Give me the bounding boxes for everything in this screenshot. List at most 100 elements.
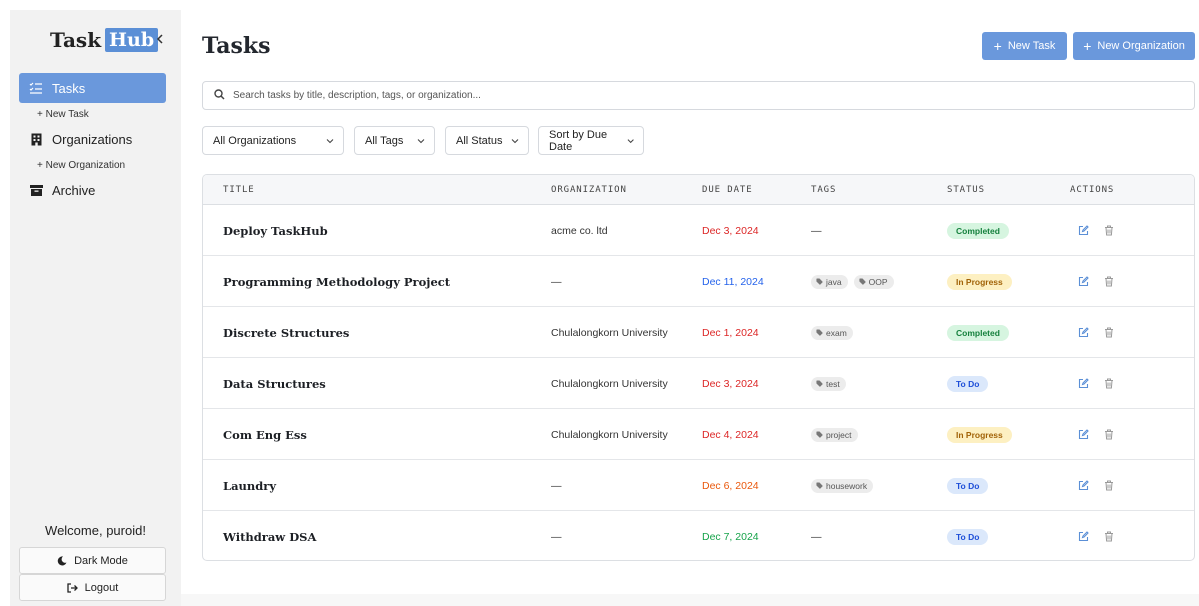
edit-button[interactable] <box>1076 377 1090 391</box>
search-icon <box>214 87 225 105</box>
tag-icon <box>816 278 823 285</box>
tags-filter-select[interactable]: All Tags <box>354 126 435 155</box>
edit-icon <box>1078 531 1089 542</box>
delete-button[interactable] <box>1102 275 1116 289</box>
task-due-date: Dec 3, 2024 <box>702 224 759 237</box>
task-actions <box>1076 256 1128 307</box>
edit-button[interactable] <box>1076 479 1090 493</box>
delete-button[interactable] <box>1102 326 1116 340</box>
task-due-date: Dec 7, 2024 <box>702 530 759 543</box>
logout-label: Logout <box>84 581 119 594</box>
sort-select[interactable]: Sort by Due Date <box>538 126 644 155</box>
tag-label: project <box>826 429 852 440</box>
edit-button[interactable] <box>1076 326 1090 340</box>
chevron-down-icon <box>627 138 634 143</box>
task-status-cell: Completed <box>947 307 1009 358</box>
edit-button[interactable] <box>1076 275 1090 289</box>
table-row[interactable]: Programming Methodology Project — Dec 11, … <box>203 256 1194 307</box>
chevron-down-icon <box>511 138 519 143</box>
column-header-status: STATUS <box>947 185 985 195</box>
sidebar-new-organization-link[interactable]: + New Organization <box>37 160 125 171</box>
logout-button[interactable]: Logout <box>19 574 166 601</box>
tags-filter-value: All Tags <box>365 134 404 147</box>
sidebar-item-label: Tasks <box>52 80 86 96</box>
sidebar-new-task-link[interactable]: + New Task <box>37 109 89 120</box>
status-filter-select[interactable]: All Status <box>445 126 529 155</box>
organization-filter-select[interactable]: All Organizations <box>202 126 344 155</box>
table-row[interactable]: Deploy TaskHub acme co. ltd Dec 3, 2024 — Co… <box>203 205 1194 256</box>
task-title[interactable]: Deploy TaskHub <box>223 205 328 256</box>
page-footer-strip <box>181 594 1199 606</box>
task-tags: housework <box>811 460 879 511</box>
tag-icon <box>816 380 823 387</box>
task-organization: Chulalongkorn University <box>551 428 668 441</box>
chevron-down-icon <box>417 138 425 143</box>
task-due-date: Dec 11, 2024 <box>702 275 764 288</box>
tasks-table: TITLE ORGANIZATION DUE DATE TAGS STATUS … <box>202 174 1195 561</box>
tags-empty: — <box>811 224 822 237</box>
tag-icon <box>859 278 866 285</box>
delete-button[interactable] <box>1102 224 1116 238</box>
task-title[interactable]: Programming Methodology Project <box>223 256 450 307</box>
logout-icon <box>67 582 78 593</box>
tag-chip: OOP <box>853 274 894 289</box>
tags-empty: — <box>811 530 822 543</box>
task-title[interactable]: Discrete Structures <box>223 307 349 358</box>
plus-icon: + <box>1083 38 1092 54</box>
sidebar-item-tasks[interactable]: Tasks <box>19 73 166 103</box>
sidebar-item-organizations[interactable]: Organizations <box>19 124 166 154</box>
collapse-sidebar-button[interactable] <box>152 29 168 49</box>
edit-icon <box>1078 225 1089 236</box>
task-tags: — <box>811 511 822 560</box>
task-actions <box>1076 358 1128 409</box>
edit-icon <box>1078 429 1089 440</box>
task-title[interactable]: Com Eng Ess <box>223 409 307 460</box>
column-header-title: TITLE <box>223 185 255 195</box>
list-check-icon <box>29 81 43 95</box>
search-input[interactable] <box>233 90 1133 101</box>
status-badge: Completed <box>947 324 1009 341</box>
task-title[interactable]: Laundry <box>223 460 276 511</box>
table-row[interactable]: Data Structures Chulalongkorn University D… <box>203 358 1194 409</box>
new-task-button[interactable]: + New Task <box>982 32 1067 60</box>
task-organization: — <box>551 479 562 492</box>
delete-button[interactable] <box>1102 479 1116 493</box>
trash-icon <box>1105 480 1113 491</box>
task-title[interactable]: Withdraw DSA <box>223 511 316 560</box>
table-row[interactable]: Withdraw DSA — Dec 7, 2024 — To Do <box>203 511 1194 560</box>
sidebar-item-label: Organizations <box>52 131 133 147</box>
tag-chip: test <box>811 376 846 391</box>
task-organization: — <box>551 275 562 288</box>
delete-button[interactable] <box>1102 530 1116 544</box>
sidebar-item-archive[interactable]: Archive <box>19 175 166 205</box>
status-badge: To Do <box>947 528 989 545</box>
table-header: TITLE ORGANIZATION DUE DATE TAGS STATUS … <box>203 175 1194 205</box>
task-actions <box>1076 307 1128 358</box>
task-tags: — <box>811 205 822 256</box>
moon-icon <box>57 555 67 566</box>
sidebar: Task Hub Tasks + New Task Organizations … <box>10 10 181 606</box>
archive-box-icon <box>29 183 43 197</box>
table-row[interactable]: Laundry — Dec 6, 2024 housework To Do <box>203 460 1194 511</box>
tag-chip: housework <box>811 478 874 493</box>
task-status-cell: To Do <box>947 511 989 560</box>
task-actions <box>1076 205 1128 256</box>
new-organization-button[interactable]: + New Organization <box>1073 32 1195 60</box>
new-organization-label: New Organization <box>1097 40 1185 52</box>
edit-button[interactable] <box>1076 530 1090 544</box>
tag-label: exam <box>826 327 847 338</box>
delete-button[interactable] <box>1102 377 1116 391</box>
task-actions <box>1076 460 1128 511</box>
table-row[interactable]: Discrete Structures Chulalongkorn Univers… <box>203 307 1194 358</box>
task-status-cell: Completed <box>947 205 1009 256</box>
trash-icon <box>1105 276 1113 287</box>
task-organization: Chulalongkorn University <box>551 377 668 390</box>
delete-button[interactable] <box>1102 428 1116 442</box>
dark-mode-button[interactable]: Dark Mode <box>19 547 166 574</box>
edit-button[interactable] <box>1076 428 1090 442</box>
edit-button[interactable] <box>1076 224 1090 238</box>
table-row[interactable]: Com Eng Ess Chulalongkorn University Dec 4… <box>203 409 1194 460</box>
status-badge: Completed <box>947 222 1009 239</box>
task-title[interactable]: Data Structures <box>223 358 326 409</box>
search-bar[interactable] <box>202 81 1195 110</box>
